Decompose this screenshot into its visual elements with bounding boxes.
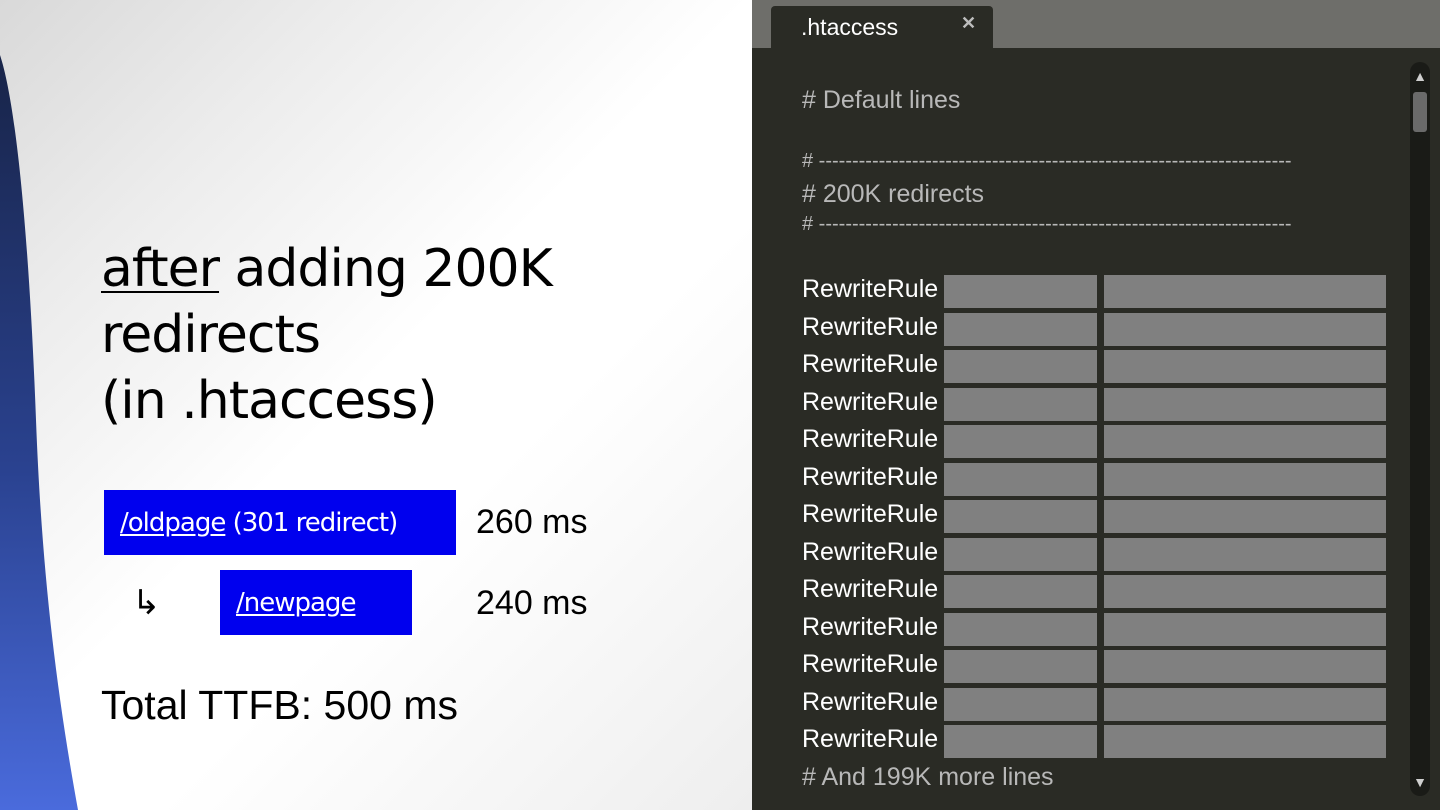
newpage-link[interactable]: /newpage bbox=[236, 588, 356, 618]
scroll-down-icon[interactable]: ▼ bbox=[1412, 770, 1428, 794]
scroll-up-icon[interactable]: ▲ bbox=[1412, 64, 1428, 88]
oldpage-suffix: (301 redirect) bbox=[225, 507, 399, 538]
comment-divider-bottom: # --------------------------------------… bbox=[802, 213, 1292, 235]
rule-keyword: RewriteRule bbox=[802, 575, 939, 603]
title-underlined-word: after bbox=[101, 239, 220, 299]
redacted-pattern bbox=[944, 725, 1097, 758]
oldpage-redirect-box: /oldpage (301 redirect) bbox=[104, 490, 456, 555]
rule-keyword: RewriteRule bbox=[802, 425, 939, 453]
scroll-thumb[interactable] bbox=[1413, 92, 1427, 132]
redacted-pattern bbox=[944, 312, 1097, 346]
redacted-pattern bbox=[944, 387, 1097, 421]
rule-keyword: RewriteRule bbox=[802, 275, 939, 303]
redacted-target bbox=[1104, 462, 1386, 496]
redacted-target bbox=[1104, 387, 1386, 421]
vertical-scrollbar[interactable]: ▲ ▼ bbox=[1410, 62, 1430, 796]
comment-section-title: # 200K redirects bbox=[802, 180, 985, 208]
redirect-arrow-icon: ↳ bbox=[132, 583, 161, 623]
comment-default-lines: # Default lines bbox=[802, 86, 961, 114]
newpage-time: 240 ms bbox=[476, 584, 588, 622]
redacted-target bbox=[1104, 312, 1386, 346]
rule-keyword: RewriteRule bbox=[802, 387, 939, 416]
rule-keyword: RewriteRule bbox=[802, 462, 939, 491]
redacted-target bbox=[1104, 275, 1386, 308]
tab-title: .htaccess bbox=[801, 14, 899, 40]
rule-keyword: RewriteRule bbox=[802, 612, 939, 641]
redacted-pattern bbox=[944, 425, 1097, 458]
redacted-pattern bbox=[944, 500, 1097, 533]
rule-keyword: RewriteRule bbox=[802, 537, 939, 566]
redacted-pattern bbox=[944, 687, 1097, 721]
code-editor: .htaccess ✕ # Default lines # ----------… bbox=[752, 0, 1440, 810]
slide-panel: after adding 200K redirects (in .htacces… bbox=[0, 0, 752, 810]
comment-divider-top: # --------------------------------------… bbox=[802, 150, 1292, 172]
rule-keyword: RewriteRule bbox=[802, 500, 939, 528]
redacted-target bbox=[1104, 687, 1386, 721]
rule-keyword: RewriteRule bbox=[802, 312, 939, 341]
redacted-target bbox=[1104, 350, 1386, 383]
redacted-target bbox=[1104, 500, 1386, 533]
oldpage-link[interactable]: /oldpage bbox=[120, 508, 226, 538]
redacted-target bbox=[1104, 650, 1386, 683]
redacted-target bbox=[1104, 575, 1386, 608]
redacted-target bbox=[1104, 537, 1386, 571]
slide-title: after adding 200K redirects (in .htacces… bbox=[101, 236, 553, 434]
rule-keyword: RewriteRule bbox=[802, 650, 939, 678]
redacted-target bbox=[1104, 425, 1386, 458]
redacted-pattern bbox=[944, 537, 1097, 571]
rule-keyword: RewriteRule bbox=[802, 725, 939, 753]
tab-htaccess[interactable]: .htaccess ✕ bbox=[771, 6, 993, 48]
title-rest: adding 200K bbox=[219, 239, 553, 299]
rule-keyword: RewriteRule bbox=[802, 350, 939, 378]
newpage-box: /newpage bbox=[220, 570, 412, 635]
redacted-target bbox=[1104, 612, 1386, 646]
redacted-target bbox=[1104, 725, 1386, 758]
close-icon[interactable]: ✕ bbox=[961, 13, 976, 34]
title-line-3: (in .htaccess) bbox=[101, 371, 438, 431]
redacted-pattern bbox=[944, 575, 1097, 608]
redacted-pattern bbox=[944, 275, 1097, 308]
redacted-pattern bbox=[944, 650, 1097, 683]
redacted-pattern bbox=[944, 462, 1097, 496]
comment-more-lines: # And 199K more lines bbox=[802, 763, 1054, 791]
title-line-2: redirects bbox=[101, 305, 321, 365]
total-ttfb: Total TTFB: 500 ms bbox=[101, 682, 458, 728]
tab-bar: .htaccess ✕ bbox=[752, 0, 1440, 48]
oldpage-time: 260 ms bbox=[476, 503, 588, 541]
redacted-pattern bbox=[944, 350, 1097, 383]
rule-keyword: RewriteRule bbox=[802, 687, 939, 716]
redacted-pattern bbox=[944, 612, 1097, 646]
